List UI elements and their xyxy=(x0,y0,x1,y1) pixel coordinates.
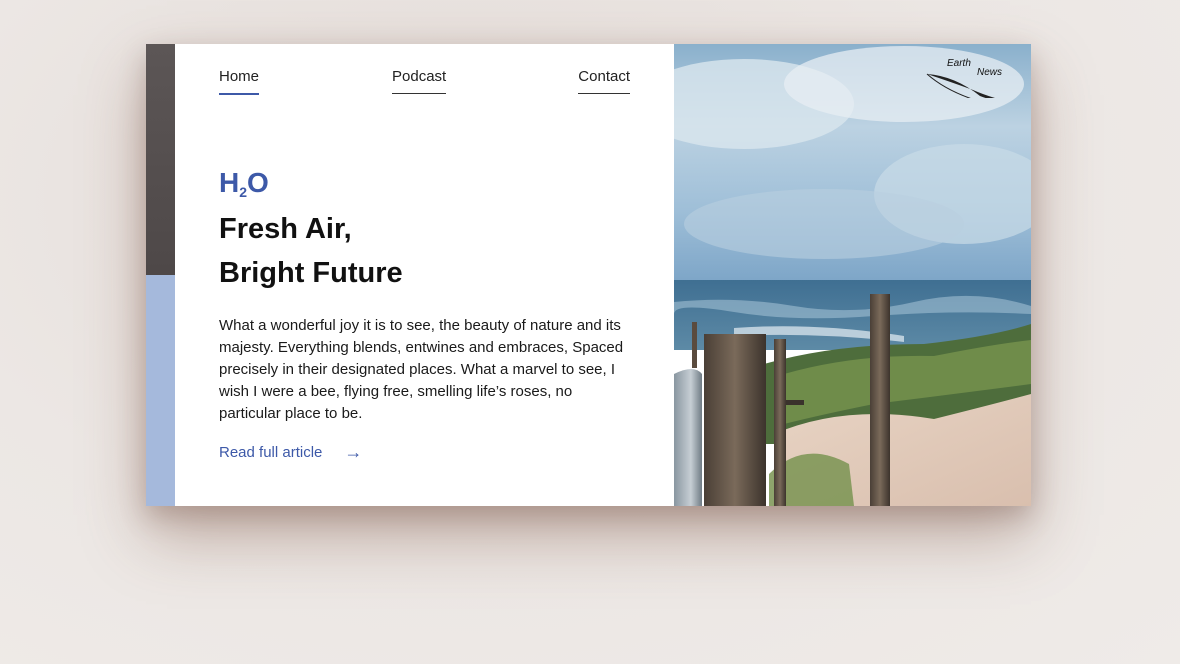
main-nav: Home Podcast Contact xyxy=(219,68,630,98)
brand-heading: H2O xyxy=(219,168,269,207)
headline: Fresh Air, Bright Future xyxy=(219,207,403,295)
beach-photo: Earth News xyxy=(674,44,1031,506)
nav-home[interactable]: Home xyxy=(219,68,260,95)
content-panel: Home Podcast Contact H2O Fresh Air, Brig… xyxy=(175,44,674,506)
article-body: What a wonderful joy it is to see, the b… xyxy=(219,317,624,422)
headline-line-1: Fresh Air, xyxy=(219,213,352,245)
page-background: Home Podcast Contact H2O Fresh Air, Brig… xyxy=(0,0,1180,664)
accent-bar-light xyxy=(146,275,175,506)
beach-scene-image xyxy=(674,44,1031,506)
logo-word-earth: Earth xyxy=(947,58,971,69)
logo-word-news: News xyxy=(977,67,1002,78)
accent-bar xyxy=(146,44,175,506)
brand-subscript: 2 xyxy=(239,184,248,200)
brand-o: O xyxy=(247,167,269,198)
nav-podcast[interactable]: Podcast xyxy=(392,68,447,94)
headline-line-2: Bright Future xyxy=(219,257,403,289)
earth-news-logo: Earth News xyxy=(926,58,1002,98)
accent-bar-dark xyxy=(146,44,175,275)
read-more-label: Read full article xyxy=(219,444,323,461)
hero-card: Home Podcast Contact H2O Fresh Air, Brig… xyxy=(146,44,1031,506)
brand-h: H xyxy=(219,167,240,198)
arrow-right-icon: → xyxy=(344,442,363,462)
nav-contact[interactable]: Contact xyxy=(578,68,630,94)
read-full-article-link[interactable]: Read full article → xyxy=(219,442,362,463)
